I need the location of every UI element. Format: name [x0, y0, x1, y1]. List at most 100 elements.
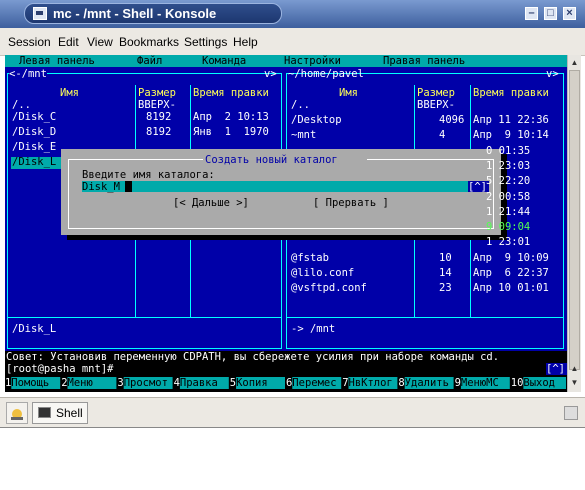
- right-file-date: Апр 6 22:37: [473, 267, 549, 279]
- minimize-icon[interactable]: –: [525, 7, 538, 20]
- mc-menu-command[interactable]: Команда: [202, 55, 246, 67]
- left-header-time[interactable]: Время правки: [193, 87, 269, 99]
- left-file-date: Янв 1 1970: [193, 126, 269, 138]
- right-file-date: Апр 11 22:36: [473, 114, 549, 126]
- menu-edit[interactable]: Edit: [58, 35, 79, 49]
- terminal-scrollbar[interactable]: ▲ ▲ ▼: [567, 55, 581, 392]
- dialog-cancel-button[interactable]: [ Прервать ]: [313, 197, 389, 209]
- left-file-name[interactable]: /Disk_D: [12, 126, 56, 138]
- fkey-3-button[interactable]: Просмот: [124, 377, 168, 389]
- left-file-name[interactable]: /Disk_C: [12, 111, 56, 123]
- fkey-5-button[interactable]: Копия: [236, 377, 268, 389]
- right-file-date: 2 00:58: [486, 190, 531, 203]
- right-file-date: Апр 10 01:01: [473, 282, 549, 295]
- left-panel-arrows[interactable]: v>: [264, 68, 277, 80]
- right-panel-arrows[interactable]: v>: [546, 68, 559, 80]
- right-file-date: Апр 9 10:09: [473, 251, 549, 264]
- scroll-up-small-icon[interactable]: ▲: [569, 363, 580, 374]
- right-status: -> /mnt: [291, 323, 336, 335]
- tab-shell[interactable]: Shell: [32, 402, 88, 424]
- dialog-input-cursor: [125, 181, 132, 192]
- right-file-name[interactable]: @lilo.conf: [291, 267, 354, 279]
- right-file-date: Апр 9 10:14: [473, 129, 549, 142]
- right-file-name[interactable]: /Desktop: [291, 114, 342, 126]
- left-header-name[interactable]: Имя: [60, 87, 79, 99]
- left-updir[interactable]: /..: [12, 99, 31, 111]
- left-status: /Disk_L: [12, 323, 57, 335]
- terminal-icon: [38, 407, 51, 418]
- dialog-input-bg: [82, 181, 468, 192]
- right-file-date: 9 09:04: [486, 221, 531, 234]
- right-file-date: 1 23:01: [486, 236, 531, 249]
- menu-view[interactable]: View: [87, 35, 113, 49]
- right-header-time[interactable]: Время правки: [473, 87, 549, 99]
- dialog-title: Создать новый каталог: [205, 154, 338, 166]
- close-icon[interactable]: ×: [563, 7, 576, 20]
- shell-prompt[interactable]: [root@pasha mnt]#: [6, 363, 113, 375]
- hint-line: Совет: Установив переменную CDPATH, вы с…: [6, 351, 500, 363]
- scroll-up-icon[interactable]: ▲: [569, 57, 580, 68]
- left-path-text: /mnt: [21, 68, 47, 80]
- right-file-size: 4: [439, 129, 446, 142]
- right-file-date: 5 22:20: [486, 175, 531, 188]
- fkey-1-button[interactable]: Помощь: [11, 377, 49, 389]
- close-tab-icon[interactable]: [564, 406, 578, 420]
- right-panel-path: ~/home/pavel: [288, 68, 364, 80]
- menu-settings[interactable]: Settings: [184, 35, 227, 49]
- dialog-input[interactable]: Disk_M: [82, 181, 120, 193]
- mc-frame: [5, 55, 567, 392]
- fkey-10-button[interactable]: Выход: [523, 377, 555, 389]
- right-file-date: 1 21:44: [486, 205, 531, 218]
- fkey-4-button[interactable]: Правка: [180, 377, 218, 389]
- prompt-history-button[interactable]: [^]: [546, 363, 565, 375]
- window-bottom-edge: [0, 427, 585, 428]
- menu-session[interactable]: Session: [8, 35, 51, 49]
- tab-shell-label: Shell: [56, 406, 83, 420]
- mc-menu-options[interactable]: Настройки: [284, 55, 341, 67]
- right-file-size: 4096: [439, 114, 465, 126]
- right-file-date: 0 01:35: [486, 144, 531, 157]
- window-title: mc - /mnt - Shell - Konsole: [53, 6, 217, 21]
- left-header-size[interactable]: Размер: [138, 87, 176, 99]
- maximize-icon[interactable]: □: [544, 7, 557, 20]
- mc-menu-right[interactable]: Правая панель: [383, 55, 465, 67]
- left-file-name[interactable]: /Disk_L: [12, 156, 56, 168]
- right-header-name[interactable]: Имя: [339, 87, 358, 99]
- konsole-tabbar: Shell: [0, 397, 585, 428]
- right-file-name[interactable]: @vsftpd.conf: [291, 282, 367, 294]
- left-file-size: 8192: [146, 111, 172, 123]
- right-file-size: 10: [439, 251, 452, 264]
- mc-menu-left[interactable]: Левая панель: [19, 55, 95, 67]
- menubar: Session Edit View Bookmarks Settings Hel…: [0, 28, 585, 56]
- fkey-6-button[interactable]: Перемес: [292, 377, 336, 389]
- right-updir[interactable]: /..: [291, 99, 310, 111]
- right-file-size: 23: [439, 282, 452, 295]
- scroll-thumb[interactable]: [569, 70, 580, 370]
- left-file-date: Апр 2 10:13: [193, 111, 269, 123]
- konsole-icon[interactable]: [33, 7, 47, 20]
- right-file-date: 1 23:03: [486, 159, 531, 172]
- dialog-ok-button[interactable]: [< Дальше >]: [173, 197, 249, 209]
- dialog-prompt: Введите имя каталога:: [82, 169, 215, 181]
- right-file-name[interactable]: ~mnt: [291, 129, 316, 141]
- fkey-7-button[interactable]: НвКтлог: [349, 377, 393, 389]
- mc-menu-file[interactable]: Файл: [137, 55, 162, 67]
- fkey-8-button[interactable]: Удалить: [405, 377, 449, 389]
- right-updir-size: ВВЕРХ-: [417, 99, 455, 111]
- right-header-size[interactable]: Размер: [417, 87, 455, 99]
- kmenu-icon[interactable]: [6, 402, 28, 424]
- right-file-size: 14: [439, 267, 452, 279]
- window-titlebar[interactable]: mc - /mnt - Shell - Konsole – □ ×: [0, 0, 585, 28]
- fkey-number[interactable]: 10: [511, 377, 524, 389]
- title-pill: mc - /mnt - Shell - Konsole: [24, 3, 282, 24]
- fkey-2-button[interactable]: Меню: [68, 377, 93, 389]
- dialog-history-button[interactable]: [^]: [468, 181, 487, 193]
- fkey-9-button[interactable]: МенюМС: [461, 377, 499, 389]
- left-updir-size: ВВЕРХ-: [138, 99, 176, 111]
- menu-help[interactable]: Help: [233, 35, 258, 49]
- left-file-name[interactable]: /Disk_E: [12, 141, 56, 153]
- menu-bookmarks[interactable]: Bookmarks: [119, 35, 179, 49]
- right-file-name[interactable]: @fstab: [291, 252, 329, 264]
- terminal-area[interactable]: Левая панель Файл Команда Настройки Прав…: [5, 55, 567, 392]
- scroll-down-icon[interactable]: ▼: [569, 377, 580, 388]
